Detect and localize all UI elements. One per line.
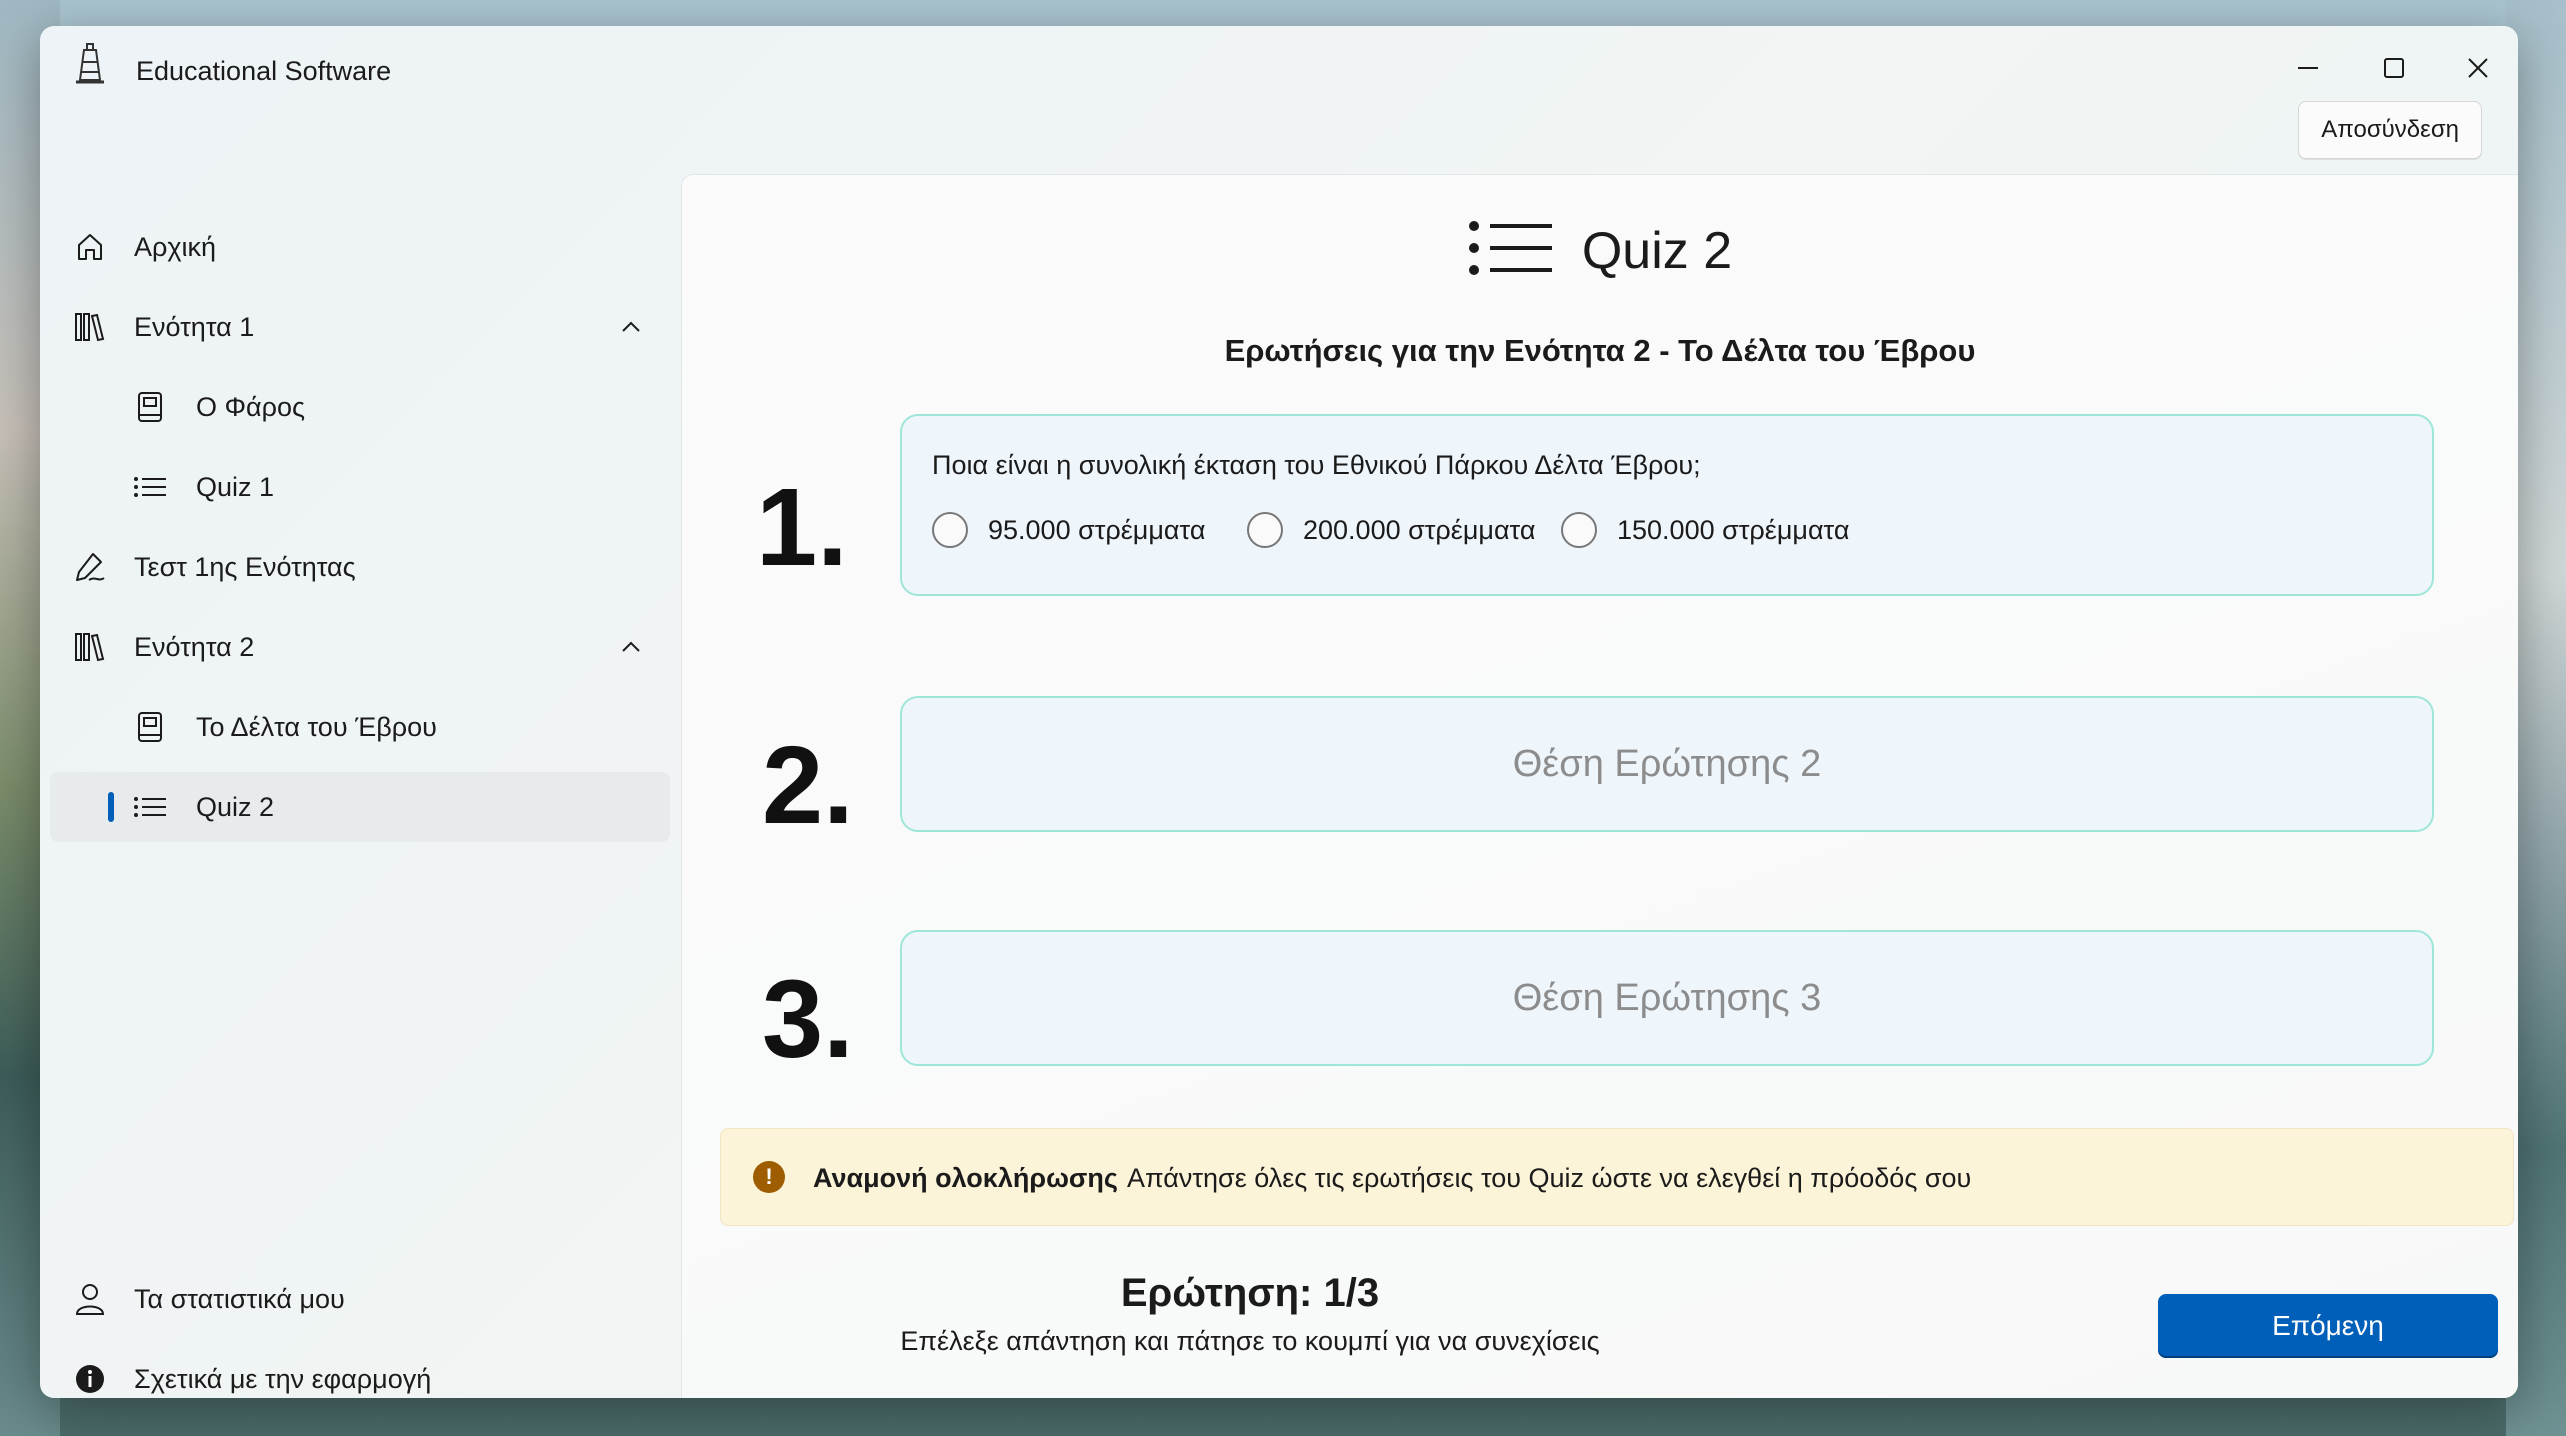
question-progress: Ερώτηση: 1/3 [1120,1271,1380,1315]
selection-indicator [108,792,114,822]
sidebar-item-unit-1[interactable]: Ενότητα 1 [50,292,670,362]
answer-label: 150.000 στρέμματα [1617,514,1850,545]
close-button[interactable] [2438,40,2518,96]
warning-icon: ! [753,1161,785,1193]
sidebar-item-label: Ο Φάρος [196,391,306,422]
library-icon [70,307,110,347]
title-bar: Educational Software [40,26,2518,108]
next-button[interactable]: Επόμενη [2158,1294,2498,1358]
radio-button[interactable] [1561,512,1597,548]
answer-option-1[interactable]: 95.000 στρέμματα [932,512,1205,548]
book-icon [130,707,170,747]
page-subtitle: Ερωτήσεις για την Ενότητα 2 - Το Δέλτα τ… [1224,333,1976,368]
sidebar-item-label: Quiz 2 [196,791,275,822]
chevron-up-icon[interactable] [616,632,646,662]
radio-button[interactable] [1247,512,1283,548]
sidebar-item-unit-2[interactable]: Ενότητα 2 [50,612,670,682]
progress-hint: Επέλεξε απάντηση και πάτησε το κουμπί γι… [900,1326,1600,1356]
sidebar-item-label: Τα στατιστικά μου [134,1283,345,1314]
question-text: Ποια είναι η συνολική έκταση του Εθνικού… [932,450,1701,480]
answer-label: 200.000 στρέμματα [1303,514,1536,545]
list-icon [130,467,170,507]
question-placeholder: Θέση Ερώτησης 2 [1512,742,1822,785]
question-card-2: Θέση Ερώτησης 2 [900,696,2434,832]
radio-button[interactable] [932,512,968,548]
app-window: Educational Software Αποσύνδεση Αρχική Ε… [40,26,2518,1398]
question-placeholder: Θέση Ερώτησης 3 [1512,976,1822,1019]
sidebar-item-evros-delta[interactable]: Το Δέλτα του Έβρου [50,692,670,762]
answer-option-3[interactable]: 150.000 στρέμματα [1561,512,1849,548]
question-card-1: Ποια είναι η συνολική έκταση του Εθνικού… [900,414,2434,596]
sidebar-item-label: Σχετικά με την εφαρμογή [134,1363,432,1394]
sidebar-item-quiz-1[interactable]: Quiz 1 [50,452,670,522]
minimize-button[interactable] [2268,40,2348,96]
sidebar-item-label: Quiz 1 [196,471,275,502]
sidebar-item-unit-1-test[interactable]: Τεστ 1ης Ενότητας [50,532,670,602]
sidebar-item-about[interactable]: Σχετικά με την εφαρμογή [50,1344,670,1398]
list-icon [1468,220,1554,281]
lighthouse-icon [70,40,110,90]
sidebar-item-quiz-2[interactable]: Quiz 2 [50,772,670,842]
question-number: 2. [762,724,854,847]
sidebar-item-my-stats[interactable]: Τα στατιστικά μου [50,1264,670,1334]
person-icon [70,1279,110,1319]
question-number: 1. [756,466,848,589]
book-icon [130,387,170,427]
question-card-3: Θέση Ερώτησης 3 [900,930,2434,1066]
quiz-header: Quiz 2 [682,220,2518,281]
sidebar-item-label: Ενότητα 2 [134,631,255,662]
chevron-up-icon[interactable] [616,312,646,342]
page-title: Quiz 2 [1581,221,1733,280]
info-bar: ! Αναμονή ολοκλήρωσης Απάντησε όλες τις … [720,1128,2514,1226]
window-title: Educational Software [136,56,392,86]
sidebar-item-label: Το Δέλτα του Έβρου [196,711,437,742]
home-icon [70,227,110,267]
sidebar-item-label: Τεστ 1ης Ενότητας [134,551,356,582]
list-icon [130,787,170,827]
close-icon [2468,58,2488,78]
answer-option-2[interactable]: 200.000 στρέμματα [1247,512,1535,548]
answer-label: 95.000 στρέμματα [988,514,1206,545]
info-bar-message: Απάντησε όλες τις ερωτήσεις του Quiz ώστ… [1127,1163,1972,1193]
sidebar-item-label: Αρχική [134,231,217,262]
info-bar-title: Αναμονή ολοκλήρωσης [813,1163,1118,1193]
minimize-icon [2298,67,2318,69]
sidebar-item-lighthouse[interactable]: Ο Φάρος [50,372,670,442]
question-number: 3. [762,958,854,1081]
library-icon [70,627,110,667]
info-icon [70,1359,110,1398]
maximize-icon [2384,58,2404,78]
sidebar: Αρχική Ενότητα 1 Ο Φάρος Quiz 1 Τεστ 1ης… [40,176,680,1398]
maximize-button[interactable] [2354,40,2434,96]
signature-icon [70,547,110,587]
sidebar-item-label: Ενότητα 1 [134,311,255,342]
sidebar-item-home[interactable]: Αρχική [50,212,670,282]
logout-button[interactable]: Αποσύνδεση [2298,101,2482,159]
